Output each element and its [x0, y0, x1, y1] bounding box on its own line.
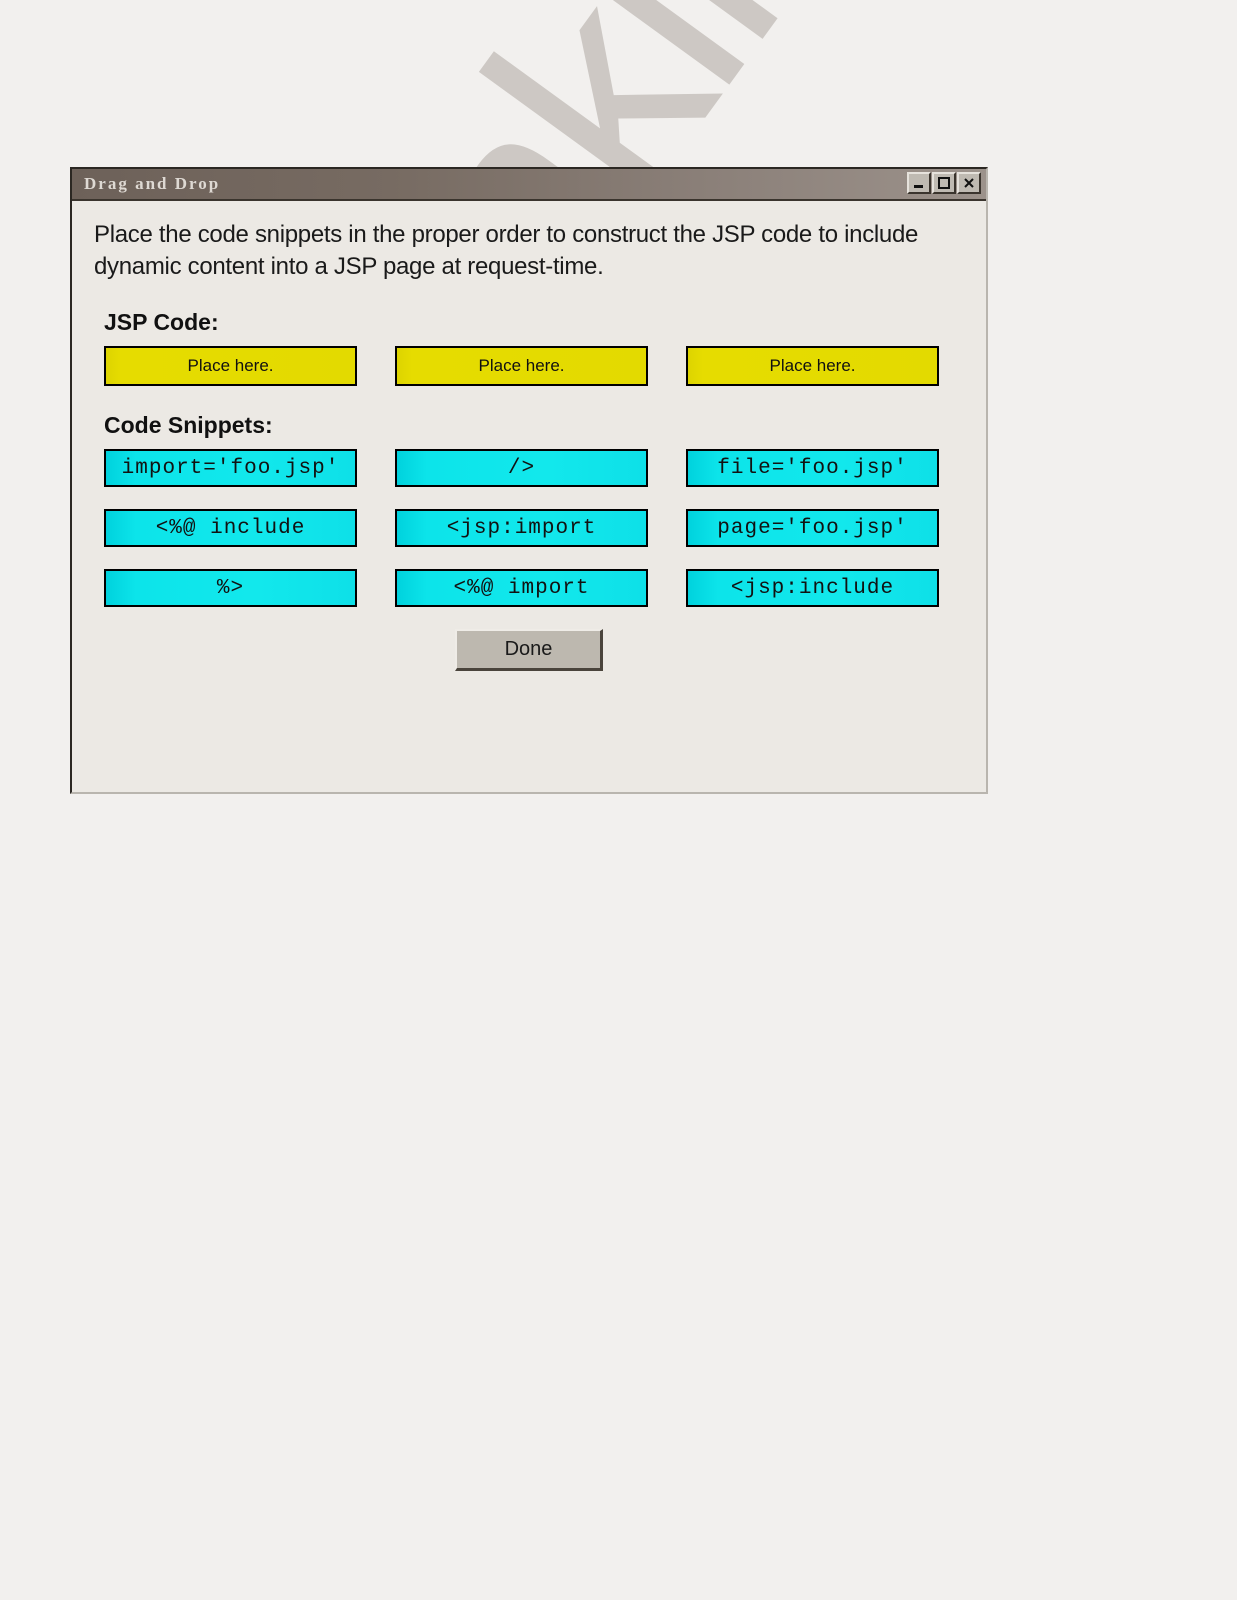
snippet-chip-r2c1-label: <%@ include [155, 516, 306, 540]
snippet-chip-r1c2[interactable]: /> [395, 449, 648, 487]
drop-slot-3-label: Place here. [769, 356, 856, 375]
drop-slot-3[interactable]: Place here. [686, 346, 939, 386]
window-controls [907, 172, 981, 194]
snippet-chip-r1c3[interactable]: file='foo.jsp' [686, 449, 939, 487]
done-button[interactable]: Done [455, 629, 603, 671]
window-title: Drag and Drop [84, 174, 221, 193]
drop-slot-2[interactable]: Place here. [395, 346, 648, 386]
dialog-body: Place the code snippets in the proper or… [72, 201, 986, 671]
snippet-chip-r3c3[interactable]: <jsp:include [686, 569, 939, 607]
snippet-chip-r1c3-label: file='foo.jsp' [717, 456, 908, 480]
minimize-button[interactable] [907, 172, 931, 194]
snippet-row-1: import='foo.jsp' /> file='foo.jsp' [104, 449, 964, 487]
drop-slot-2-label: Place here. [478, 356, 565, 375]
snippet-chip-r3c1[interactable]: %> [104, 569, 357, 607]
snippet-chip-r2c3[interactable]: page='foo.jsp' [686, 509, 939, 547]
done-button-row: Done [94, 629, 964, 671]
close-button[interactable] [957, 172, 981, 194]
snippet-chip-r3c1-label: %> [216, 576, 245, 600]
snippet-chip-r2c1[interactable]: <%@ include [104, 509, 357, 547]
snippet-chip-r3c2-label: <%@ import [453, 576, 590, 600]
title-bar[interactable]: Drag and Drop [72, 169, 986, 201]
snippet-chip-r1c1-label: import='foo.jsp' [121, 456, 340, 480]
drag-and-drop-dialog: Drag and Drop Place the code snippets in… [70, 167, 988, 794]
code-snippets-grid: import='foo.jsp' /> file='foo.jsp' <%@ i… [104, 449, 964, 607]
snippet-chip-r3c2[interactable]: <%@ import [395, 569, 648, 607]
maximize-icon [937, 176, 951, 190]
snippet-chip-r1c2-label: /> [507, 456, 536, 480]
jsp-code-label: JSP Code: [104, 309, 219, 335]
snippet-row-2: <%@ include <jsp:import page='foo.jsp' [104, 509, 964, 547]
snippet-chip-r1c1[interactable]: import='foo.jsp' [104, 449, 357, 487]
close-icon [962, 176, 976, 190]
drop-slot-1[interactable]: Place here. [104, 346, 357, 386]
snippet-chip-r2c2-label: <jsp:import [446, 516, 597, 540]
drop-slot-1-label: Place here. [187, 356, 274, 375]
snippet-chip-r3c3-label: <jsp:include [730, 576, 895, 600]
instruction-text: Place the code snippets in the proper or… [94, 221, 919, 280]
code-snippets-label: Code Snippets: [104, 412, 273, 438]
maximize-button[interactable] [932, 172, 956, 194]
jsp-code-slot-row: Place here. Place here. Place here. [104, 346, 964, 386]
snippet-chip-r2c2[interactable]: <jsp:import [395, 509, 648, 547]
minimize-icon [912, 176, 926, 190]
done-button-label: Done [504, 638, 553, 660]
snippet-chip-r2c3-label: page='foo.jsp' [717, 516, 908, 540]
snippet-row-3: %> <%@ import <jsp:include [104, 569, 964, 607]
